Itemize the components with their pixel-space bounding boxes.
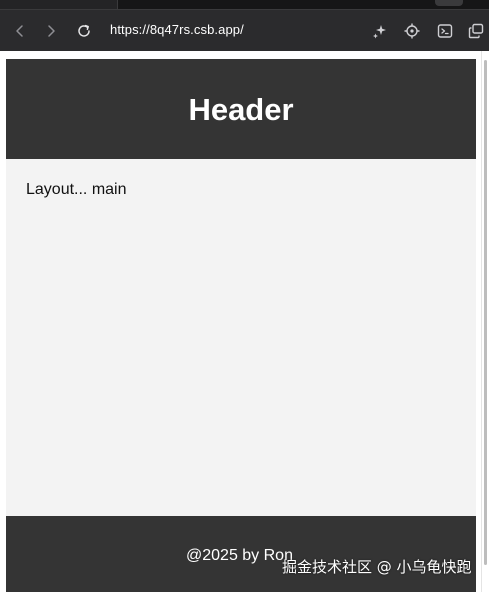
forward-button[interactable] xyxy=(40,20,62,42)
page-layout: Header Layout... main @2025 by Ron xyxy=(6,59,476,592)
reload-icon xyxy=(78,24,90,37)
back-button[interactable] xyxy=(9,20,31,42)
page-footer: @2025 by Ron xyxy=(6,516,476,592)
tab-strip-button[interactable] xyxy=(435,0,463,6)
browser-toolbar: https://8q47rs.csb.app/ xyxy=(0,9,489,51)
scrollbar-thumb[interactable] xyxy=(484,60,487,565)
chevron-left-icon xyxy=(16,25,23,37)
tab-strip xyxy=(0,0,489,9)
sparkle-icon xyxy=(373,25,386,39)
browser-viewport: Header Layout... main @2025 by Ron xyxy=(0,51,489,592)
crosshair-icon xyxy=(404,23,420,39)
page-header-title: Header xyxy=(188,92,294,127)
active-tab[interactable] xyxy=(0,0,117,9)
popout-window-icon xyxy=(468,23,484,39)
terminal-icon xyxy=(437,24,453,38)
reload-button[interactable] xyxy=(73,20,95,42)
page-header: Header xyxy=(6,59,476,159)
footer-copyright: @2025 by Ron xyxy=(186,547,293,564)
inspect-button[interactable] xyxy=(401,20,423,42)
terminal-button[interactable] xyxy=(434,20,456,42)
page-main-text: Layout... main xyxy=(26,181,127,198)
watermark: 掘金技术社区 @ 小乌龟快跑 xyxy=(282,558,472,576)
sparkle-button[interactable] xyxy=(369,20,391,42)
popout-button[interactable] xyxy=(465,20,487,42)
chevron-right-icon xyxy=(48,25,55,37)
tab-separator xyxy=(117,0,118,9)
address-bar-url[interactable]: https://8q47rs.csb.app/ xyxy=(110,22,244,37)
